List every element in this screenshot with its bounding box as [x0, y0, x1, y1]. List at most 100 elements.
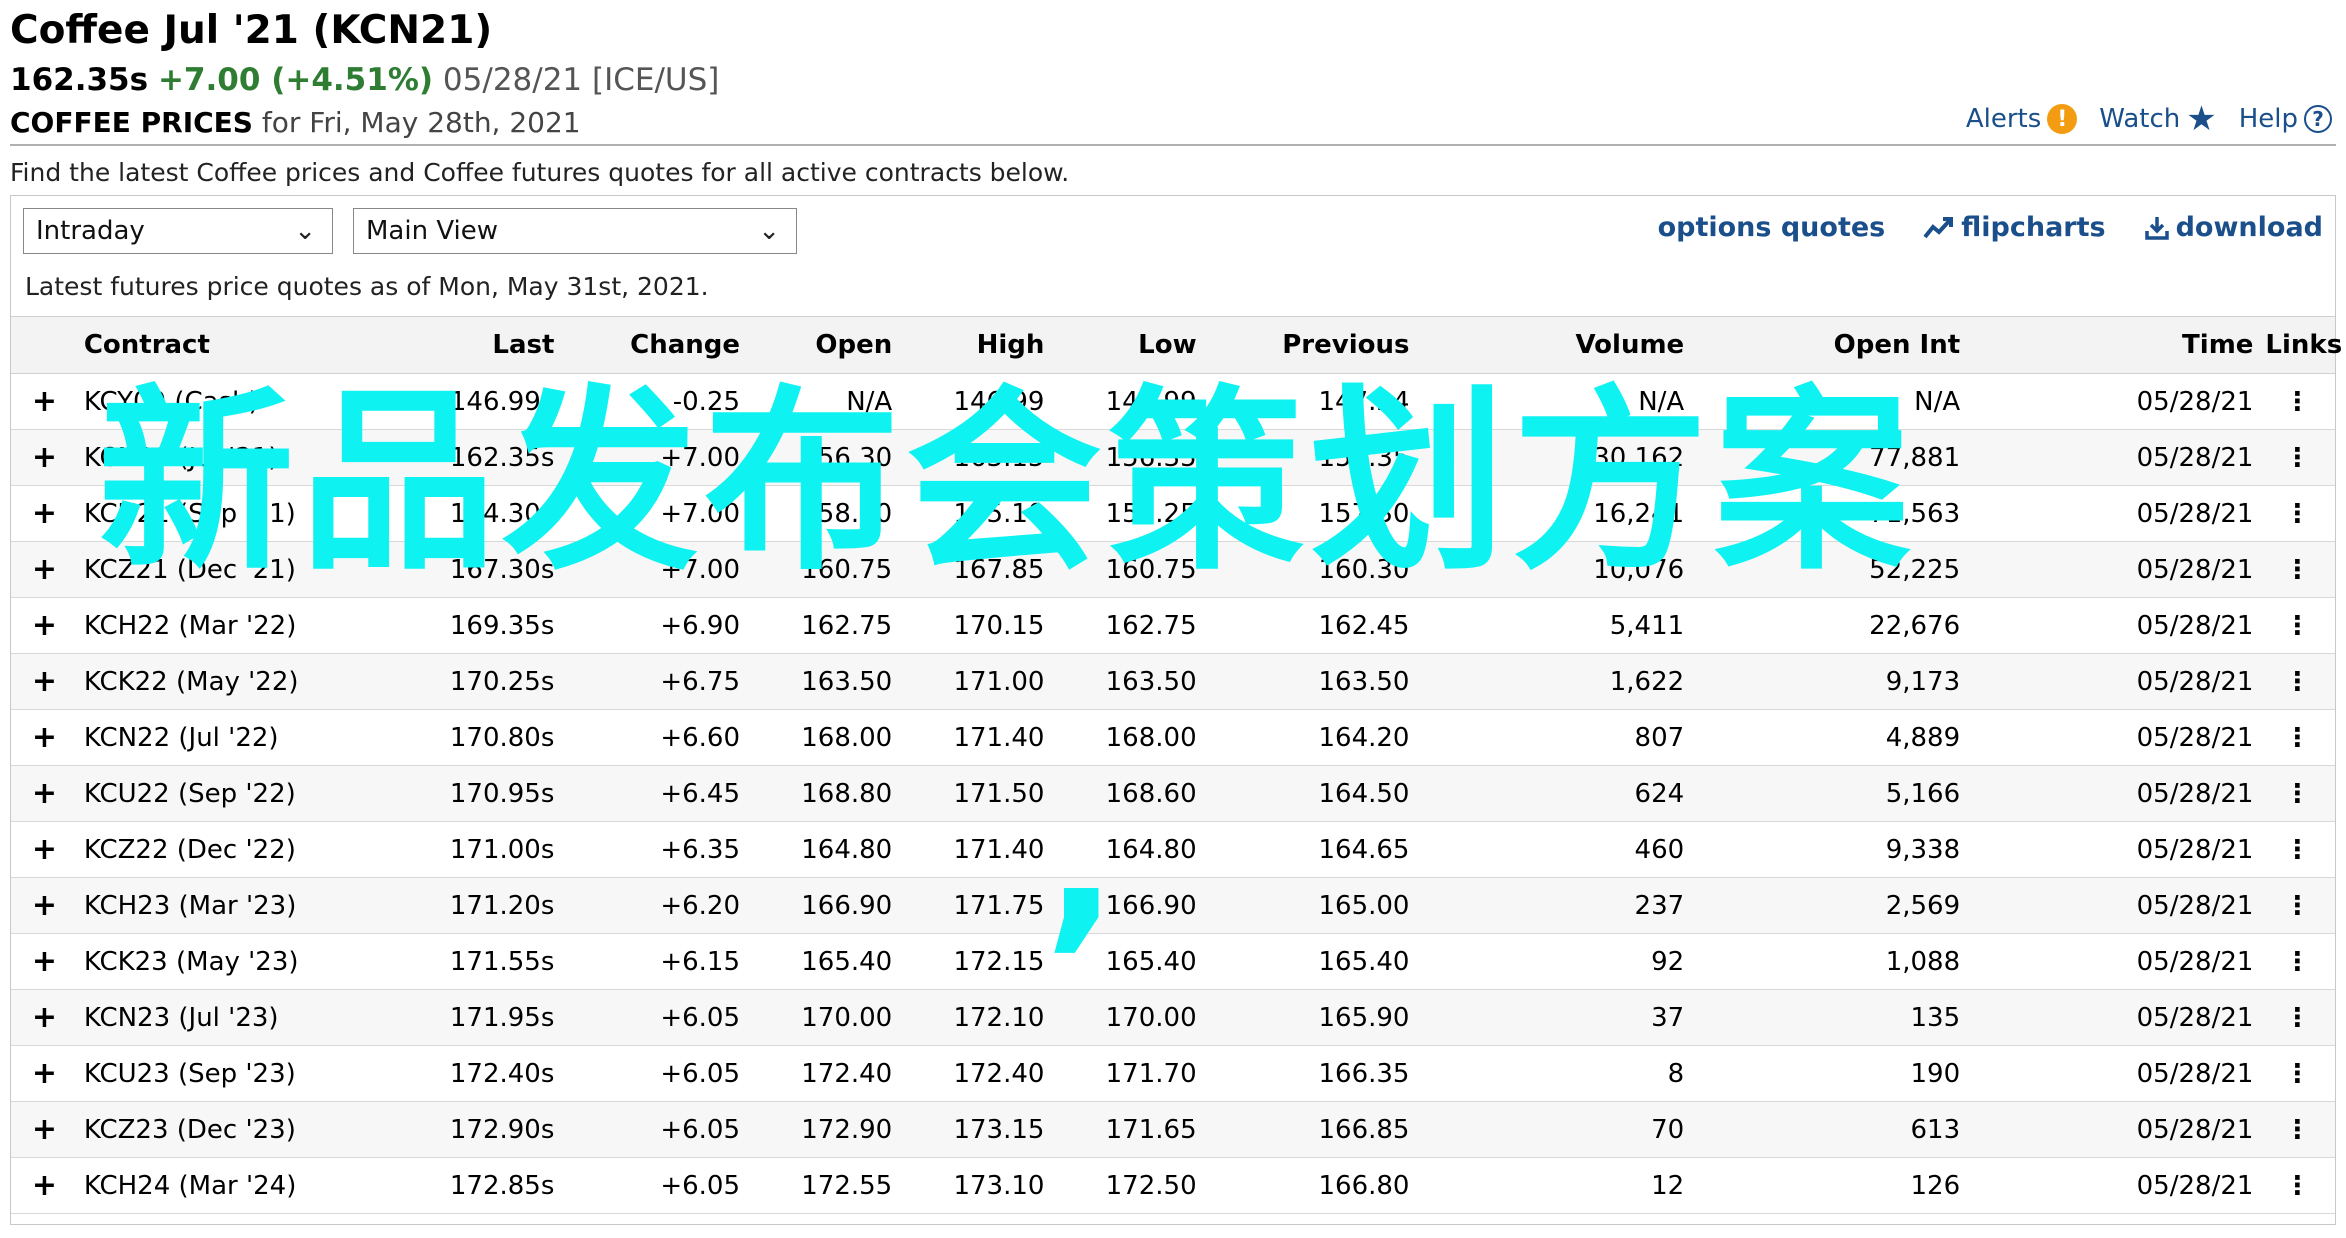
- last-cell: 167.30s: [337, 541, 561, 598]
- openint-cell: 613: [1690, 1101, 1967, 1158]
- contract-link[interactable]: KCY00 (Cash): [77, 373, 338, 430]
- col-open-int[interactable]: Open Int: [1690, 316, 1967, 374]
- watch-link[interactable]: Watch ★: [2099, 102, 2216, 136]
- previous-cell: 166.80: [1202, 1157, 1416, 1214]
- col-time[interactable]: Time: [1966, 316, 2260, 374]
- contract-link[interactable]: KCN22 (Jul '22): [77, 709, 338, 766]
- expand-row-button[interactable]: +: [11, 709, 78, 766]
- expand-row-button[interactable]: +: [11, 933, 78, 990]
- more-options-icon[interactable]: ⋮: [2259, 765, 2335, 822]
- more-options-icon[interactable]: ⋮: [2259, 373, 2335, 430]
- last-cell: 172.40s: [337, 1045, 561, 1102]
- col-high[interactable]: High: [898, 316, 1051, 374]
- volume-cell: 5,411: [1415, 597, 1691, 654]
- expand-row-button[interactable]: +: [11, 429, 78, 486]
- time-cell: 05/28/21: [1966, 373, 2260, 430]
- col-open[interactable]: Open: [746, 316, 899, 374]
- last-cell: 172.85s: [337, 1157, 561, 1214]
- open-cell: 156.30: [746, 429, 899, 486]
- top-links: Alerts ! Watch ★ Help ?: [1966, 102, 2332, 136]
- download-icon: [2144, 216, 2169, 240]
- help-link[interactable]: Help ?: [2239, 104, 2332, 134]
- expand-row-button[interactable]: +: [11, 653, 78, 710]
- contract-link[interactable]: KCN21 (Jul '21): [77, 429, 338, 486]
- expand-row-button[interactable]: +: [11, 1157, 78, 1214]
- more-options-icon[interactable]: ⋮: [2259, 485, 2335, 542]
- last-cell: 171.00s: [337, 821, 561, 878]
- more-options-icon[interactable]: ⋮: [2259, 1045, 2335, 1102]
- expand-row-button[interactable]: +: [11, 485, 78, 542]
- expand-row-button[interactable]: +: [11, 821, 78, 878]
- toolbar: options quotes flipcharts download: [1658, 212, 2323, 243]
- low-cell: 163.50: [1050, 653, 1203, 710]
- expand-row-button[interactable]: +: [11, 597, 78, 654]
- contract-link[interactable]: KCU22 (Sep '22): [77, 765, 338, 822]
- col-change[interactable]: Change: [560, 316, 747, 374]
- contract-link[interactable]: KCN23 (Jul '23): [77, 989, 338, 1046]
- contract-link[interactable]: KCZ22 (Dec '22): [77, 821, 338, 878]
- contract-link[interactable]: KCH23 (Mar '23): [77, 877, 338, 934]
- contract-link[interactable]: KCZ21 (Dec '21): [77, 541, 338, 598]
- low-cell: 172.50: [1050, 1157, 1203, 1214]
- expand-row-button[interactable]: +: [11, 765, 78, 822]
- previous-cell: 164.50: [1202, 765, 1416, 822]
- table-row: + KCY00 (Cash) 146.99s -0.25 N/A 146.99 146.99…: [11, 373, 2335, 430]
- more-options-icon[interactable]: ⋮: [2259, 709, 2335, 766]
- contract-link[interactable]: KCK22 (May '22): [77, 653, 338, 710]
- col-previous[interactable]: Previous: [1202, 316, 1416, 374]
- open-cell: 170.00: [746, 989, 899, 1046]
- expand-row-button[interactable]: +: [11, 1101, 78, 1158]
- more-options-icon[interactable]: ⋮: [2259, 877, 2335, 934]
- previous-cell: 166.85: [1202, 1101, 1416, 1158]
- more-options-icon[interactable]: ⋮: [2259, 541, 2335, 598]
- expand-row-button[interactable]: +: [11, 373, 78, 430]
- open-cell: 166.90: [746, 877, 899, 934]
- col-contract[interactable]: Contract: [77, 316, 338, 374]
- more-options-icon[interactable]: ⋮: [2259, 933, 2335, 990]
- table-row: + KCZ23 (Dec '23) 172.90s +6.05 172.90 173.15…: [11, 1101, 2335, 1158]
- options-quotes-link[interactable]: options quotes: [1658, 212, 1886, 243]
- more-options-icon[interactable]: ⋮: [2259, 653, 2335, 710]
- expand-row-button[interactable]: +: [11, 989, 78, 1046]
- last-price: 162.35s: [10, 62, 149, 98]
- low-cell: 162.75: [1050, 597, 1203, 654]
- period-select[interactable]: Intraday ⌄: [23, 208, 333, 254]
- col-volume[interactable]: Volume: [1415, 316, 1691, 374]
- last-cell: 171.95s: [337, 989, 561, 1046]
- view-select[interactable]: Main View ⌄: [353, 208, 797, 254]
- more-options-icon[interactable]: ⋮: [2259, 821, 2335, 878]
- openint-cell: 71,563: [1690, 485, 1967, 542]
- table-row: + KCZ21 (Dec '21) 167.30s +7.00 160.75 167.85…: [11, 541, 2335, 598]
- contract-link[interactable]: KCZ23 (Dec '23): [77, 1101, 338, 1158]
- col-last[interactable]: Last: [337, 316, 561, 374]
- expand-row-button[interactable]: +: [11, 1045, 78, 1102]
- contract-link[interactable]: KCH22 (Mar '22): [77, 597, 338, 654]
- more-options-icon[interactable]: ⋮: [2259, 429, 2335, 486]
- expand-row-button[interactable]: +: [11, 877, 78, 934]
- more-options-icon[interactable]: ⋮: [2259, 989, 2335, 1046]
- col-low[interactable]: Low: [1050, 316, 1203, 374]
- contract-link[interactable]: KCU23 (Sep '23): [77, 1045, 338, 1102]
- expand-row-button[interactable]: +: [11, 541, 78, 598]
- openint-cell: 126: [1690, 1157, 1967, 1214]
- contract-link[interactable]: KCH24 (Mar '24): [77, 1157, 338, 1214]
- download-link[interactable]: download: [2144, 212, 2323, 243]
- contract-link[interactable]: KCK23 (May '23): [77, 933, 338, 990]
- time-cell: 05/28/21: [1966, 821, 2260, 878]
- more-options-icon[interactable]: ⋮: [2259, 1157, 2335, 1214]
- table-row: + KCU21 (Sep '21) 164.30s +7.00 158.00 165.10…: [11, 485, 2335, 542]
- table-row: + KCZ22 (Dec '22) 171.00s +6.35 164.80 171.40…: [11, 821, 2335, 878]
- view-select-value: Main View: [366, 216, 499, 246]
- more-options-icon[interactable]: ⋮: [2259, 597, 2335, 654]
- alerts-link[interactable]: Alerts !: [1966, 104, 2078, 134]
- futures-table: Contract Last Change Open High Low Previ…: [11, 316, 2342, 1214]
- flipcharts-link[interactable]: flipcharts: [1923, 212, 2106, 243]
- high-cell: 171.40: [898, 821, 1051, 878]
- contract-link[interactable]: KCU21 (Sep '21): [77, 485, 338, 542]
- more-options-icon[interactable]: ⋮: [2259, 1101, 2335, 1158]
- previous-cell: 164.20: [1202, 709, 1416, 766]
- chevron-down-icon: ⌄: [294, 216, 316, 246]
- volume-cell: 460: [1415, 821, 1691, 878]
- openint-cell: 190: [1690, 1045, 1967, 1102]
- previous-cell: 155.35: [1202, 429, 1416, 486]
